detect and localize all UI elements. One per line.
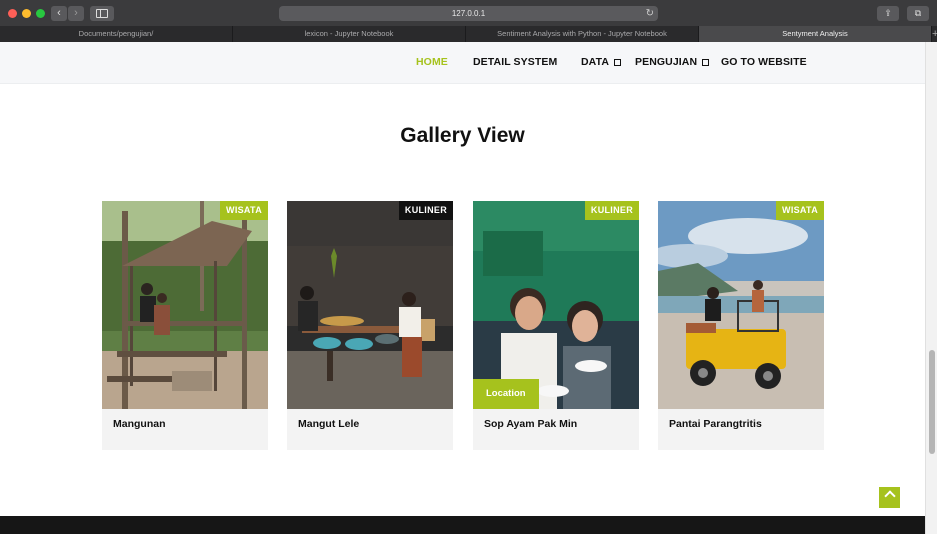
minimize-window-button[interactable] xyxy=(22,9,31,18)
dropdown-icon xyxy=(702,59,710,66)
card-photo: WISATA xyxy=(658,201,824,409)
browser-titlebar: ‹ › 127.0.0.1 ↻ ⇪ ⧉ xyxy=(0,0,937,26)
location-label[interactable]: Location xyxy=(473,379,539,409)
card-title: Sop Ayam Pak Min xyxy=(484,418,578,430)
address-bar[interactable]: 127.0.0.1 ↻ xyxy=(279,6,658,21)
footer-image-strip xyxy=(0,516,925,534)
forward-button[interactable]: › xyxy=(68,6,84,21)
chevron-left-icon: ‹ xyxy=(57,7,61,19)
close-window-button[interactable] xyxy=(8,9,17,18)
tabs-icon: ⧉ xyxy=(914,8,922,18)
card-title: Mangut Lele xyxy=(298,418,360,430)
gallery-card-mangut-lele[interactable]: KULINER Mangut Lele xyxy=(287,201,453,450)
nav-pengujian[interactable]: PENGUJIAN xyxy=(635,56,710,68)
card-title: Mangunan xyxy=(113,418,166,430)
category-badge: KULINER xyxy=(398,201,453,220)
browser-tab-documents[interactable]: Documents/pengujian/ xyxy=(0,26,233,42)
nav-data[interactable]: DATA xyxy=(581,56,622,68)
page-scrollbar[interactable] xyxy=(925,42,937,534)
gallery-title: Gallery View xyxy=(400,124,525,147)
nav-data-label: DATA xyxy=(581,56,610,68)
forest-hut-photo xyxy=(102,201,268,409)
beach-jeep-photo xyxy=(658,201,824,409)
sidebar-toggle-button[interactable] xyxy=(90,6,114,21)
gallery-card-pantai-parangtritis[interactable]: WISATA Pantai Parangtritis xyxy=(658,201,824,450)
gallery-card-sop-ayam-pak-min[interactable]: KULINER Location Sop Ayam Pak Min xyxy=(473,201,639,450)
category-badge: KULINER xyxy=(584,201,639,220)
site-navbar: HOME DETAIL SYSTEM DATA PENGUJIAN GO TO … xyxy=(0,42,925,84)
scrollbar-thumb[interactable] xyxy=(929,350,935,454)
tab-overview-button[interactable]: ⧉ xyxy=(907,6,929,21)
category-badge: WISATA xyxy=(776,201,824,220)
web-page: HOME DETAIL SYSTEM DATA PENGUJIAN GO TO … xyxy=(0,42,925,534)
category-badge: WISATA xyxy=(220,201,268,220)
share-button[interactable]: ⇪ xyxy=(877,6,899,21)
browser-tab-sentiment-notebook[interactable]: Sentiment Analysis with Python - Jupyter… xyxy=(466,26,699,42)
browser-tab-sentyment-analysis[interactable]: Sentyment Analysis xyxy=(699,26,932,42)
card-photo: KULINER xyxy=(287,201,453,409)
reload-icon[interactable]: ↻ xyxy=(646,6,654,21)
sidebar-icon xyxy=(96,9,108,18)
back-to-top-button[interactable] xyxy=(879,487,900,508)
nav-pengujian-label: PENGUJIAN xyxy=(635,56,698,68)
gallery-card-mangunan[interactable]: WISATA Mangunan xyxy=(102,201,268,450)
nav-detail-system[interactable]: DETAIL SYSTEM xyxy=(473,56,557,68)
card-photo: KULINER Location xyxy=(473,201,639,409)
url-text: 127.0.0.1 xyxy=(451,9,486,18)
kitchen-meal-photo xyxy=(287,201,453,409)
browser-tab-bar: Documents/pengujian/ lexicon - Jupyter N… xyxy=(0,26,937,42)
zoom-window-button[interactable] xyxy=(36,9,45,18)
share-icon: ⇪ xyxy=(884,8,892,18)
card-title: Pantai Parangtritis xyxy=(669,418,762,430)
chevron-right-icon: › xyxy=(74,7,78,19)
nav-home[interactable]: HOME xyxy=(416,56,448,68)
browser-tab-lexicon[interactable]: lexicon - Jupyter Notebook xyxy=(233,26,466,42)
restaurant-couple-photo xyxy=(473,201,639,409)
back-button[interactable]: ‹ xyxy=(51,6,67,21)
nav-go-to-website[interactable]: GO TO WEBSITE xyxy=(721,56,807,68)
new-tab-button[interactable]: + xyxy=(932,26,937,42)
dropdown-icon xyxy=(614,59,622,66)
card-photo: WISATA xyxy=(102,201,268,409)
